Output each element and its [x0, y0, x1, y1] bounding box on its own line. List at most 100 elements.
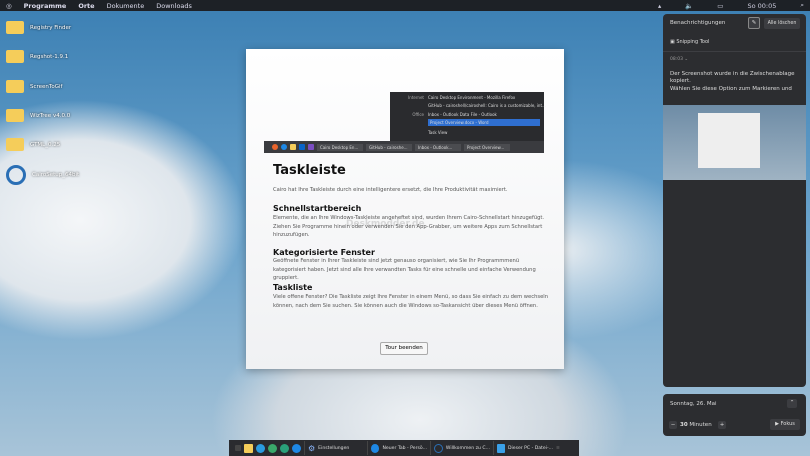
cairo-setup-icon [6, 165, 26, 185]
plus-button[interactable]: + [718, 421, 726, 429]
section-text: Viele offene Fenster? Die Taskliste zeig… [273, 294, 549, 309]
section-heading: Taskliste [273, 283, 313, 292]
desktop-icon-label: Regshot-1.9.1 [30, 53, 69, 60]
preview-item-selected: Project Overview.docx - Word [428, 119, 540, 126]
thumbnail-window [698, 113, 760, 168]
folder-icon[interactable] [244, 443, 253, 453]
edge-icon [371, 443, 380, 453]
folder-icon [6, 109, 24, 122]
cairo-icon [434, 443, 443, 453]
window-label: Einstellungen [318, 445, 350, 451]
volume-icon[interactable]: 🔈 [685, 2, 693, 10]
menu-dokumente[interactable]: Dokumente [107, 2, 145, 10]
end-tour-button[interactable]: Tour beenden [380, 342, 428, 355]
calendar-panel: Sonntag, 26. Mai ⌃ − 30 Minuten + ▶ Foku… [663, 394, 806, 436]
calendar-date[interactable]: Sonntag, 26. Mai [670, 401, 716, 407]
clear-all-button[interactable]: Alle löschen [764, 18, 800, 29]
preview-category: Internet [408, 95, 424, 100]
menu-bar: ◎ Programme Orte Dokumente Downloads ▴ 🔈… [0, 0, 810, 11]
edit-icon[interactable]: ✎ [748, 17, 760, 29]
preview-item: Task View [428, 130, 448, 135]
menu-orte[interactable]: Orte [78, 2, 94, 10]
section-text: Geöffnete Fenster in Ihrer Taskleiste si… [273, 258, 536, 281]
focus-label: Fokus [780, 421, 795, 427]
minutes-unit: Minuten [689, 422, 712, 428]
preview-window: GitHub - cairoshe... [366, 143, 412, 151]
folder-icon [6, 21, 24, 34]
minutes-value: 30 [680, 422, 688, 428]
desktop-icon[interactable]: ScreenToGif [6, 80, 86, 93]
desktop-icon[interactable]: CairoSetup_64bit [6, 165, 86, 185]
minus-button[interactable]: − [669, 421, 677, 429]
watermark: Deskmodder.de [346, 219, 425, 229]
desktop-icon[interactable]: Registry Finder [6, 21, 86, 34]
notification-heading: Der Screenshot wurde in die Zwischenabla… [670, 71, 795, 84]
focus-duration: 30 Minuten [680, 422, 712, 428]
preview-item: Cairo Desktop Environment - Mozilla Fire… [428, 95, 516, 100]
search-icon[interactable]: ⌕ [800, 1, 804, 10]
taskbar-window-settings[interactable]: ⚙ Einstellungen [304, 441, 364, 455]
menu-downloads[interactable]: Downloads [156, 2, 192, 10]
desktop-icon-label: ScreenToGif [30, 83, 63, 90]
outlook-icon [299, 144, 305, 150]
preview-item: GitHub - cairoshell/cairoshell: Cairo is… [428, 103, 546, 108]
panel-title: Benachrichtigungen [670, 20, 726, 26]
screenshot-thumbnail[interactable] [663, 105, 806, 180]
notification-icon[interactable]: ▭ [717, 2, 723, 10]
time-text: 08:03 [670, 57, 683, 62]
focus-button[interactable]: ▶ Fokus [770, 419, 800, 430]
task-list-icon[interactable]: ≡ [556, 446, 560, 451]
preview-window: Inbox - Outlook... [415, 143, 461, 151]
folder-icon [6, 138, 24, 151]
desktop-icon-label: Registry Finder [30, 24, 72, 31]
desktop-icon-label: CairoSetup_64bit [32, 172, 80, 178]
cairo-menu-icon[interactable]: ◎ [6, 2, 12, 10]
edge-beta-icon[interactable] [268, 443, 277, 453]
notification-panel: Benachrichtigungen ✎ Alle löschen ▣ Snip… [663, 14, 806, 387]
desktop-icon-label: WizTree v4.0.0 [30, 112, 71, 119]
desktop-icon[interactable]: Regshot-1.9.1 [6, 50, 86, 63]
app-row: ▣ Snipping Tool [670, 39, 709, 45]
taskbar: ⚙ Einstellungen Neuer Tab - Persö... Will… [229, 440, 579, 456]
preview-taskbar: Cairo Desktop En... GitHub - cairoshe...… [264, 141, 544, 153]
vs-icon [308, 144, 314, 150]
folder-icon [6, 50, 24, 63]
section-heading: Schnellstartbereich [273, 204, 362, 213]
app-grabber-icon[interactable] [235, 445, 241, 451]
window-label: Willkommen zu C... [445, 445, 490, 451]
taskbar-window-explorer[interactable]: Dieser PC - Datei-... [493, 441, 553, 455]
edge-icon[interactable] [256, 443, 265, 453]
window-label: Dieser PC - Datei-... [507, 445, 553, 451]
notification-body: Wählen Sie diese Option zum Markieren un… [670, 86, 792, 92]
collapse-icon[interactable]: ⌃ [787, 399, 797, 408]
app-name: Snipping Tool [676, 39, 710, 45]
network-icon[interactable]: ▴ [658, 2, 661, 10]
page-title: Taskleiste [273, 163, 346, 178]
gear-icon: ⚙ [308, 443, 316, 453]
preview-menu: Internet Cairo Desktop Environment - Moz… [390, 92, 546, 142]
section-heading: Kategorisierte Fenster [273, 248, 375, 257]
pc-icon [497, 443, 505, 453]
edge-canary-icon[interactable] [292, 443, 301, 453]
preview-window: Project Overview... [464, 143, 510, 151]
taskbar-window-cairo[interactable]: Willkommen zu C... [430, 441, 490, 455]
preview-category: Office [412, 112, 424, 117]
edge-dev-icon[interactable] [280, 443, 289, 453]
preview-item: Inbox - Outlook Data File - Outlook [428, 112, 497, 117]
taskbar-window-edge[interactable]: Neuer Tab - Persö... [367, 441, 427, 455]
menu-programme[interactable]: Programme [24, 2, 67, 10]
snipping-tool-icon: ▣ [670, 39, 675, 45]
taskbar-preview-image: Internet Cairo Desktop Environment - Moz… [264, 92, 546, 154]
folder-icon [290, 144, 296, 150]
intro-text: Cairo hat Ihre Taskleiste durch eine int… [273, 187, 508, 193]
divider [663, 51, 806, 52]
preview-window: Cairo Desktop En... [317, 143, 363, 151]
firefox-icon [272, 144, 278, 150]
folder-icon [6, 80, 24, 93]
welcome-dialog: Internet Cairo Desktop Environment - Moz… [246, 49, 564, 369]
desktop-icon[interactable]: GTML_0.25 [6, 138, 86, 151]
notification-time[interactable]: 08:03 ⌄ [670, 57, 688, 62]
edge-icon [281, 144, 287, 150]
desktop-icon[interactable]: WizTree v4.0.0 [6, 109, 86, 122]
clock[interactable]: So 00:05 [747, 2, 776, 10]
